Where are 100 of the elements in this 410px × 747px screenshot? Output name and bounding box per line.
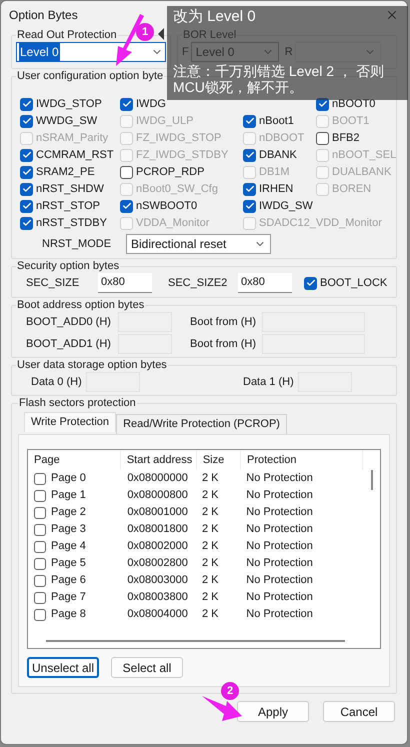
checkbox[interactable]: [34, 506, 46, 518]
check-icon: [122, 99, 132, 109]
group-title: Security option bytes: [16, 260, 120, 273]
table-cell-text: 0x08001000: [126, 505, 189, 520]
annotation-note: 注意：千万别错选 Level 2 ， 否则MCU锁死，解不开。: [173, 63, 385, 95]
field-label: Data 1 (H): [243, 374, 294, 390]
checkbox[interactable]: [20, 98, 33, 110]
option-label: nRST_STDBY: [36, 216, 107, 231]
table-cell-text: No Protection: [245, 556, 314, 572]
checkbox[interactable]: [34, 558, 46, 570]
checkbox[interactable]: [34, 540, 46, 552]
table-cell-text: 0x08003800: [126, 590, 189, 606]
checkbox[interactable]: [120, 200, 133, 212]
option-label: IWDG: [136, 96, 166, 112]
option-label: IRHEN: [259, 182, 294, 197]
checkbox[interactable]: [20, 200, 33, 212]
column-header[interactable]: Protection: [240, 450, 364, 470]
check-icon: [244, 150, 254, 160]
field-label: Boot from (H): [190, 336, 258, 352]
check-icon: [318, 99, 328, 109]
option-label: CCMRAM_RST: [36, 148, 114, 163]
checkbox[interactable]: [243, 148, 256, 162]
option-label: VDDA_Monitor: [136, 216, 210, 231]
checkbox[interactable]: [120, 166, 133, 178]
checkbox[interactable]: [304, 276, 317, 290]
check-icon: [306, 278, 316, 288]
check-icon: [122, 201, 132, 211]
checkbox[interactable]: [20, 148, 33, 162]
table-cell-text: 0x08001800: [126, 522, 189, 538]
close-icon[interactable]: [385, 8, 399, 22]
table-cell-text: Page 2: [51, 505, 86, 520]
checkbox[interactable]: [20, 114, 33, 128]
option-label: nRST_SHDW: [36, 182, 104, 197]
checkbox[interactable]: [34, 574, 46, 586]
column-header[interactable]: Page: [28, 450, 121, 470]
group-title: Read Out Protection: [16, 29, 118, 42]
table-cell-text: 2 K: [200, 488, 220, 504]
vertical-scrollbar[interactable]: [370, 470, 372, 490]
table-cell-text: 2 K: [200, 471, 220, 486]
checkbox[interactable]: [20, 182, 33, 196]
dialog-button[interactable]: Apply: [237, 701, 309, 722]
checkbox[interactable]: [34, 524, 46, 536]
checkbox[interactable]: [20, 166, 33, 178]
option-label: nBoot0_SW_Cfg: [136, 182, 218, 197]
table-cell-text: 0x08004000: [126, 607, 189, 622]
checkbox[interactable]: [243, 182, 256, 196]
table-cell-text: 2 K: [200, 607, 220, 622]
option-label: nBoot1: [259, 114, 294, 129]
option-label: BOREN: [332, 182, 372, 197]
input-field[interactable]: 0x80: [238, 273, 292, 293]
field-label: SEC_SIZE2: [168, 276, 228, 291]
dropdown[interactable]: Bidirectional reset: [126, 234, 271, 254]
checkbox[interactable]: [34, 592, 46, 604]
horizontal-scrollbar[interactable]: [46, 640, 345, 642]
dropdown-value: Level 0: [19, 43, 60, 61]
table-cell-text: 2 K: [200, 539, 220, 554]
table-cell-text: 2 K: [200, 556, 220, 572]
field-label: BOOT_ADD1 (H): [26, 336, 112, 352]
checkbox[interactable]: [243, 114, 256, 128]
input-field[interactable]: 0x80: [98, 273, 152, 293]
table-cell-text: 2 K: [200, 505, 220, 520]
table-cell-text: Page 3: [51, 522, 86, 538]
field-label: Data 0 (H): [31, 374, 82, 390]
field-label: BOOT_ADD0 (H): [26, 314, 112, 330]
table-cell-text: Page 0: [51, 471, 86, 486]
checkbox[interactable]: [20, 216, 33, 230]
table-cell-text: Page 5: [51, 556, 86, 572]
option-label: SRAM2_PE: [36, 164, 95, 180]
option-label: BOOT1: [332, 114, 370, 129]
field-label: F: [182, 44, 189, 60]
column-header[interactable]: Size: [196, 450, 241, 470]
checkbox[interactable]: [120, 98, 133, 110]
checkbox[interactable]: [34, 490, 46, 502]
field-label: Boot from (H): [190, 314, 258, 330]
column-header[interactable]: Start address: [120, 450, 197, 470]
table-cell-text: No Protection: [245, 522, 314, 538]
option-label: nDBOOT: [259, 130, 304, 146]
table-cell-text: 2 K: [200, 522, 220, 538]
annotation-text: 改为 Level 0: [173, 8, 256, 26]
list-button[interactable]: Unselect all: [27, 657, 99, 678]
checkbox[interactable]: [316, 132, 329, 144]
group-title: User data storage option bytes: [16, 359, 168, 372]
option-label: nSRAM_Parity: [36, 130, 108, 146]
option-label: nRST_STOP: [36, 198, 100, 214]
table-cell-text: No Protection: [245, 590, 314, 606]
checkbox[interactable]: [34, 608, 46, 620]
field-label: NRST_MODE: [42, 236, 112, 252]
list-button[interactable]: Select all: [111, 657, 183, 678]
table-cell-text: Page 6: [51, 573, 86, 588]
checkbox[interactable]: [243, 200, 256, 212]
tab[interactable]: Read/Write Protection (PCROP): [116, 414, 287, 434]
dialog-button[interactable]: Cancel: [323, 701, 395, 722]
checkbox[interactable]: [34, 472, 46, 484]
option-label: WWDG_SW: [36, 114, 98, 129]
dropdown[interactable]: Level 0: [16, 42, 166, 62]
table-cell-text: 0x08000000: [126, 471, 189, 486]
option-label: FZ_IWDG_STOP: [136, 130, 222, 146]
option-label: BOOT_LOCK: [320, 276, 388, 291]
check-icon: [244, 116, 254, 126]
tab[interactable]: Write Protection: [24, 412, 116, 432]
